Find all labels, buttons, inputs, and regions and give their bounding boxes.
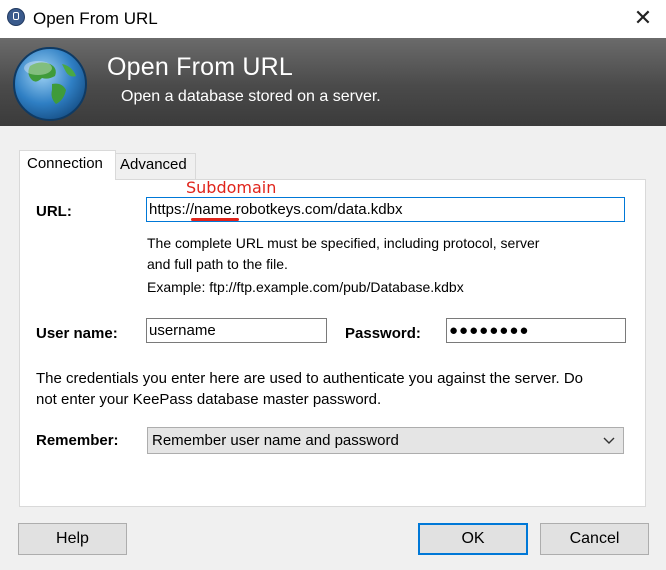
url-help-line2: and full path to the file. [147,256,288,272]
tab-advanced[interactable]: Advanced [116,153,196,180]
banner-title: Open From URL [107,53,293,81]
chevron-down-icon [603,437,615,444]
password-input[interactable] [446,318,626,343]
subdomain-underline [191,218,239,221]
help-button[interactable]: Help [18,523,127,555]
globe-icon [0,38,100,126]
keepass-lock-icon [7,8,25,26]
username-input[interactable] [146,318,327,343]
tab-connection[interactable]: Connection [19,150,116,180]
url-example: Example: ftp://ftp.example.com/pub/Datab… [147,279,464,295]
cancel-button[interactable]: Cancel [540,523,649,555]
url-label: URL: [36,203,72,220]
window-title: Open From URL [33,9,158,28]
username-label: User name: [36,325,118,342]
title-bar: Open From URL ✕ [0,0,666,38]
banner-subtitle: Open a database stored on a server. [121,88,381,105]
credentials-note-line1: The credentials you enter here are used … [36,370,584,387]
url-help-line1: The complete URL must be specified, incl… [147,235,540,251]
subdomain-annotation: Subdomain [186,178,277,197]
connection-panel [19,179,646,507]
credentials-note-line2: not enter your KeePass database master p… [36,391,382,408]
password-label: Password: [345,325,421,342]
remember-label: Remember: [36,432,119,449]
close-icon[interactable]: ✕ [620,0,666,38]
remember-select[interactable]: Remember user name and password [147,427,624,454]
dialog-banner: Open From URL Open a database stored on … [0,38,666,126]
remember-select-value: Remember user name and password [152,432,399,449]
ok-button[interactable]: OK [418,523,528,555]
